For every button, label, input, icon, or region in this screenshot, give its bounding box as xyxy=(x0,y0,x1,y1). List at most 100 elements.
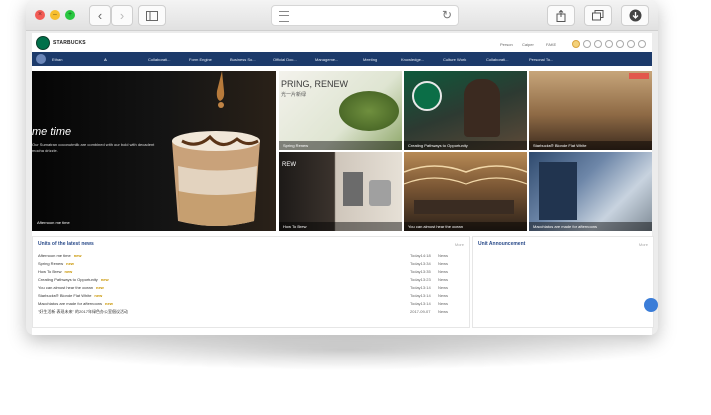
news-row-title[interactable]: Creating Pathways to Opportunity xyxy=(38,277,98,282)
window-shadow xyxy=(36,330,656,370)
main-nav: Ethan A Collaborati... Form Engine Busin… xyxy=(32,52,652,66)
news-row-category: News xyxy=(438,285,449,290)
plant-image xyxy=(339,91,399,131)
chat-help-icon[interactable] xyxy=(644,298,658,312)
starbucks-logo[interactable] xyxy=(36,36,50,50)
forward-button[interactable]: › xyxy=(111,5,133,26)
sidebar-icon xyxy=(146,10,158,21)
address-bar[interactable]: ↻ xyxy=(271,5,459,26)
news-row-category: News xyxy=(438,253,449,258)
share-icon xyxy=(556,9,566,22)
kettle-image xyxy=(369,180,391,206)
brewer-image xyxy=(343,172,363,206)
web-page: STARBUCKS Person Caiper FAKE Ethan A Col… xyxy=(32,33,658,335)
tile-spring-renew[interactable]: PRING, RENEW 光一片新绿 Spring Renew xyxy=(279,71,402,150)
news-title: Units of the latest news xyxy=(38,241,94,247)
news-row[interactable]: Macchiatos are made for afternoons new To… xyxy=(38,301,464,308)
user-avatar-icon[interactable] xyxy=(572,40,580,48)
hero-caption: Afternoon me time xyxy=(37,220,70,225)
news-row-date: Today13:23 xyxy=(410,277,431,282)
barista-image xyxy=(464,79,500,137)
news-row-category: News xyxy=(438,301,449,306)
nav-item-personal-tools[interactable]: Personal To... xyxy=(529,57,553,62)
close-window-button[interactable]: × xyxy=(35,10,45,20)
search-icon[interactable] xyxy=(627,40,635,48)
news-row[interactable]: Spring Renew new Today13:34 News xyxy=(38,261,464,268)
news-row-title[interactable]: Macchiatos are made for afternoons xyxy=(38,301,102,306)
toplink-caiper[interactable]: Caiper xyxy=(522,42,534,47)
downloads-button[interactable] xyxy=(621,5,649,26)
nav-item-official-doc[interactable]: Official Doc... xyxy=(273,57,297,62)
news-row[interactable]: Starbucks® Blonde Flat White new Today13:… xyxy=(38,293,464,300)
tile-how-to-brew-headline: REW xyxy=(282,162,296,168)
news-row-title[interactable]: You can almost hear the ocean xyxy=(38,285,93,290)
hero-banner[interactable]: me time Our Sumatran coconutmilk are com… xyxy=(32,71,276,231)
news-row-date: Today13:34 xyxy=(410,261,431,266)
tile-caption: You can almost hear the ocean xyxy=(404,222,527,231)
nav-item-knowledge[interactable]: Knowledge... xyxy=(401,57,424,62)
tile-blonde-flat-white[interactable]: Starbucks® Blonde Flat White xyxy=(529,71,652,150)
tabs-button[interactable] xyxy=(584,5,612,26)
nav-item-collaboration-2[interactable]: Collaborati... xyxy=(486,57,508,62)
mail-icon[interactable] xyxy=(616,40,624,48)
minimize-window-button[interactable]: – xyxy=(50,10,60,20)
new-badge: new xyxy=(105,301,113,306)
home-icon[interactable]: A xyxy=(104,57,107,62)
news-row-date: Today13:14 xyxy=(410,293,431,298)
tile-ocean[interactable]: You can almost hear the ocean xyxy=(404,152,527,231)
new-badge: new xyxy=(64,269,73,274)
announcement-more-link[interactable]: More xyxy=(639,242,648,247)
news-row[interactable]: Afternoon me time new Today14:18 News xyxy=(38,253,464,260)
tile-how-to-brew[interactable]: REW How To Brew xyxy=(279,152,402,231)
news-row-date: 2017-09-07 xyxy=(410,309,431,314)
news-row-title[interactable]: Starbucks® Blonde Flat White xyxy=(38,293,91,298)
tile-macchiatos[interactable]: Macchiatos are made for afternoons xyxy=(529,152,652,231)
notification-icon[interactable] xyxy=(605,40,613,48)
tile-caption: How To Brew xyxy=(279,222,402,231)
site-header: STARBUCKS Person Caiper FAKE xyxy=(32,33,652,52)
building-image xyxy=(539,162,577,220)
reload-icon[interactable]: ↻ xyxy=(442,8,452,22)
reader-icon xyxy=(279,11,289,22)
nav-item-business[interactable]: Business So... xyxy=(230,57,256,62)
nav-item-form-engine[interactable]: Form Engine xyxy=(189,57,212,62)
user-avatar[interactable] xyxy=(36,54,46,64)
toplink-fake[interactable]: FAKE xyxy=(546,42,556,47)
news-row[interactable]: How To Brew new Today13:35 News xyxy=(38,269,464,276)
news-row-title[interactable]: "好生活新 表现未来" 的2017年绿色办公室倡议活动 xyxy=(38,309,128,314)
toplink-person[interactable]: Person xyxy=(500,42,513,47)
new-badge: new xyxy=(96,285,104,290)
news-row-category: News xyxy=(438,293,449,298)
hero-headline: me time xyxy=(32,126,72,138)
tile-caption: Starbucks® Blonde Flat White xyxy=(529,141,652,150)
tile-pathways[interactable]: Creating Pathways to Opportunity xyxy=(404,71,527,150)
power-icon[interactable] xyxy=(638,40,646,48)
browser-window: × – + ‹ › ↻ STARBUCKS Person Caiper FAKE xyxy=(26,0,658,335)
news-row[interactable]: "好生活新 表现未来" 的2017年绿色办公室倡议活动 2017-09-07 N… xyxy=(38,309,464,316)
nav-item-culture-work[interactable]: Culture Work xyxy=(443,57,466,62)
announcement-panel: Unit Announcement More xyxy=(472,236,654,328)
download-icon xyxy=(629,9,641,22)
nav-item-collaboration[interactable]: Collaborati... xyxy=(148,57,170,62)
zoom-window-button[interactable]: + xyxy=(65,10,75,20)
news-row-date: Today14:18 xyxy=(410,253,431,258)
news-panel: Units of the latest news More Afternoon … xyxy=(32,236,470,328)
back-button[interactable]: ‹ xyxy=(89,5,111,26)
tile-caption: Macchiatos are made for afternoons xyxy=(529,222,652,231)
message-icon[interactable] xyxy=(594,40,602,48)
nav-user[interactable]: Ethan xyxy=(52,57,62,62)
new-badge: new xyxy=(66,261,74,266)
news-row[interactable]: You can almost hear the ocean new Today13… xyxy=(38,285,464,292)
news-more-link[interactable]: More xyxy=(455,242,464,247)
news-row-category: News xyxy=(438,261,449,266)
news-row[interactable]: Creating Pathways to Opportunity new Toda… xyxy=(38,277,464,284)
nav-item-management[interactable]: Manageme... xyxy=(315,57,338,62)
settings-icon[interactable] xyxy=(583,40,591,48)
share-button[interactable] xyxy=(547,5,575,26)
news-row-title[interactable]: How To Brew xyxy=(38,269,62,274)
nav-item-meeting[interactable]: Meeting xyxy=(363,57,377,62)
news-row-title[interactable]: Afternoon me time xyxy=(38,253,71,258)
sidebar-toggle-button[interactable] xyxy=(138,5,166,26)
news-row-title[interactable]: Spring Renew xyxy=(38,261,63,266)
tile-caption: Creating Pathways to Opportunity xyxy=(404,141,527,150)
